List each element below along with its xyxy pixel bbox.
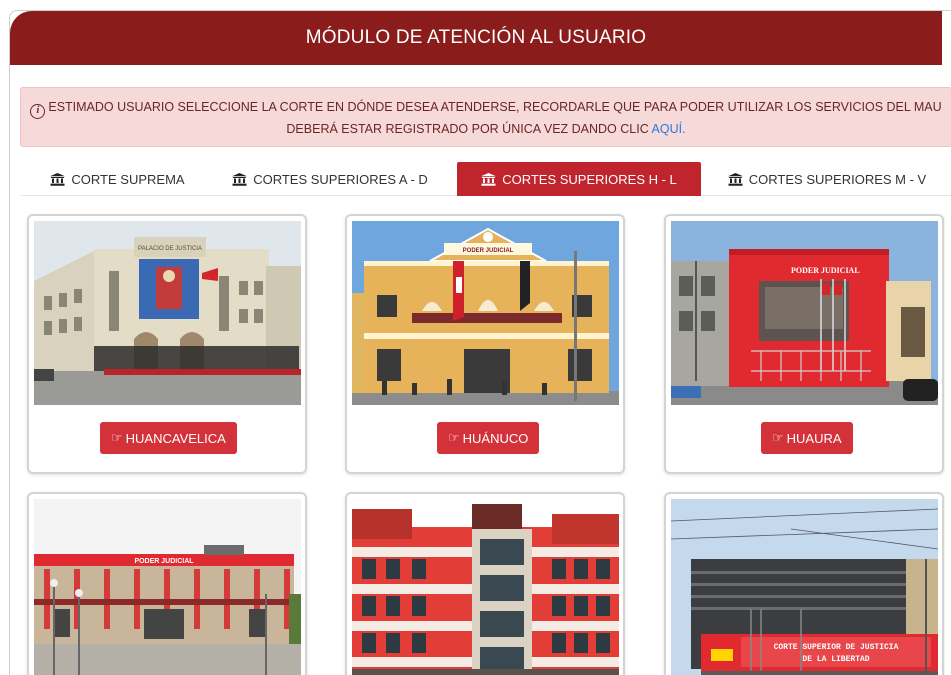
tab-corte-suprema[interactable]: CORTE SUPREMA xyxy=(30,162,205,196)
photo-sign: PODER JUDICIAL xyxy=(134,558,194,565)
photo-sign: PODER JUDICIAL xyxy=(791,266,860,275)
court-card-4: PODER JUDICIAL xyxy=(27,492,307,675)
info-icon: i xyxy=(30,104,46,119)
court-card-huaura: PODER JUDICIAL ☞ HUAURA xyxy=(664,214,944,474)
tab-label: CORTES SUPERIORES A - D xyxy=(253,171,428,187)
court-button-label: HUANCAVELICA xyxy=(125,430,226,446)
court-button-label: HUAURA xyxy=(786,430,842,446)
photo-sign: DE LA LIBERTAD xyxy=(802,655,869,664)
court-card-6: CORTE SUPERIOR DE JUSTICIA DE LA LIBERTA… xyxy=(664,492,944,675)
tab-cortes-h-l[interactable]: CORTES SUPERIORES H - L xyxy=(457,162,701,196)
tab-label: CORTES SUPERIORES M - V xyxy=(748,171,927,187)
bank-icon xyxy=(727,172,743,186)
photo-sign: PODER JUDICIAL xyxy=(463,248,514,254)
bank-icon xyxy=(481,172,497,186)
alert-text-2: DEBERÁ ESTAR REGISTRADO POR ÚNICA VEZ DA… xyxy=(286,122,649,136)
alert-line-1: i ESTIMADO USUARIO SELECCIONE LA CORTE EN… xyxy=(21,97,951,119)
court-photo-huaura: PODER JUDICIAL xyxy=(671,221,938,405)
court-card-5 xyxy=(345,492,625,675)
tab-label: CORTE SUPREMA xyxy=(71,171,185,187)
pointing-hand-icon: ☞ xyxy=(448,430,460,445)
info-alert: i ESTIMADO USUARIO SELECCIONE LA CORTE EN… xyxy=(20,87,951,147)
court-button-huanuco[interactable]: ☞ HUÁNUCO xyxy=(437,422,540,454)
court-photo-4: PODER JUDICIAL xyxy=(34,499,301,675)
alert-text-1: ESTIMADO USUARIO SELECCIONE LA CORTE EN … xyxy=(48,100,942,114)
pointing-hand-icon: ☞ xyxy=(772,430,784,445)
register-link[interactable]: AQUÍ. xyxy=(652,122,686,136)
court-button-label: HUÁNUCO xyxy=(462,430,529,446)
court-button-huaura[interactable]: ☞ HUAURA xyxy=(761,422,853,454)
court-photo-5 xyxy=(352,499,619,675)
court-tabs: CORTE SUPREMA CORTES SUPERIORES A - D CO… xyxy=(20,159,951,196)
pointing-hand-icon: ☞ xyxy=(111,430,123,445)
bank-icon xyxy=(232,172,248,186)
tab-label: CORTES SUPERIORES H - L xyxy=(502,171,677,187)
court-card-huancavelica: PALACIO DE JUSTICIA ☞ HUANCAVELICA xyxy=(27,214,307,474)
tab-cortes-a-d[interactable]: CORTES SUPERIORES A - D xyxy=(225,162,435,196)
court-card-huanuco: PODER JUDICIAL ☞ HUÁNUCO xyxy=(345,214,625,474)
page-title-text: MÓDULO DE ATENCIÓN AL USUARIO xyxy=(305,27,647,48)
page-title: MÓDULO DE ATENCIÓN AL USUARIO xyxy=(10,11,942,65)
court-photo-huancavelica: PALACIO DE JUSTICIA xyxy=(34,221,301,405)
photo-sign: CORTE SUPERIOR DE JUSTICIA xyxy=(774,643,899,652)
alert-line-2: DEBERÁ ESTAR REGISTRADO POR ÚNICA VEZ DA… xyxy=(21,119,951,139)
court-photo-huanuco: PODER JUDICIAL xyxy=(352,221,619,405)
tab-cortes-m-v[interactable]: CORTES SUPERIORES M - V xyxy=(722,162,932,196)
court-button-huancavelica[interactable]: ☞ HUANCAVELICA xyxy=(100,422,237,454)
photo-sign: PALACIO DE JUSTICIA xyxy=(138,246,202,252)
bank-icon xyxy=(50,172,66,186)
court-photo-6: CORTE SUPERIOR DE JUSTICIA DE LA LIBERTA… xyxy=(671,499,938,675)
